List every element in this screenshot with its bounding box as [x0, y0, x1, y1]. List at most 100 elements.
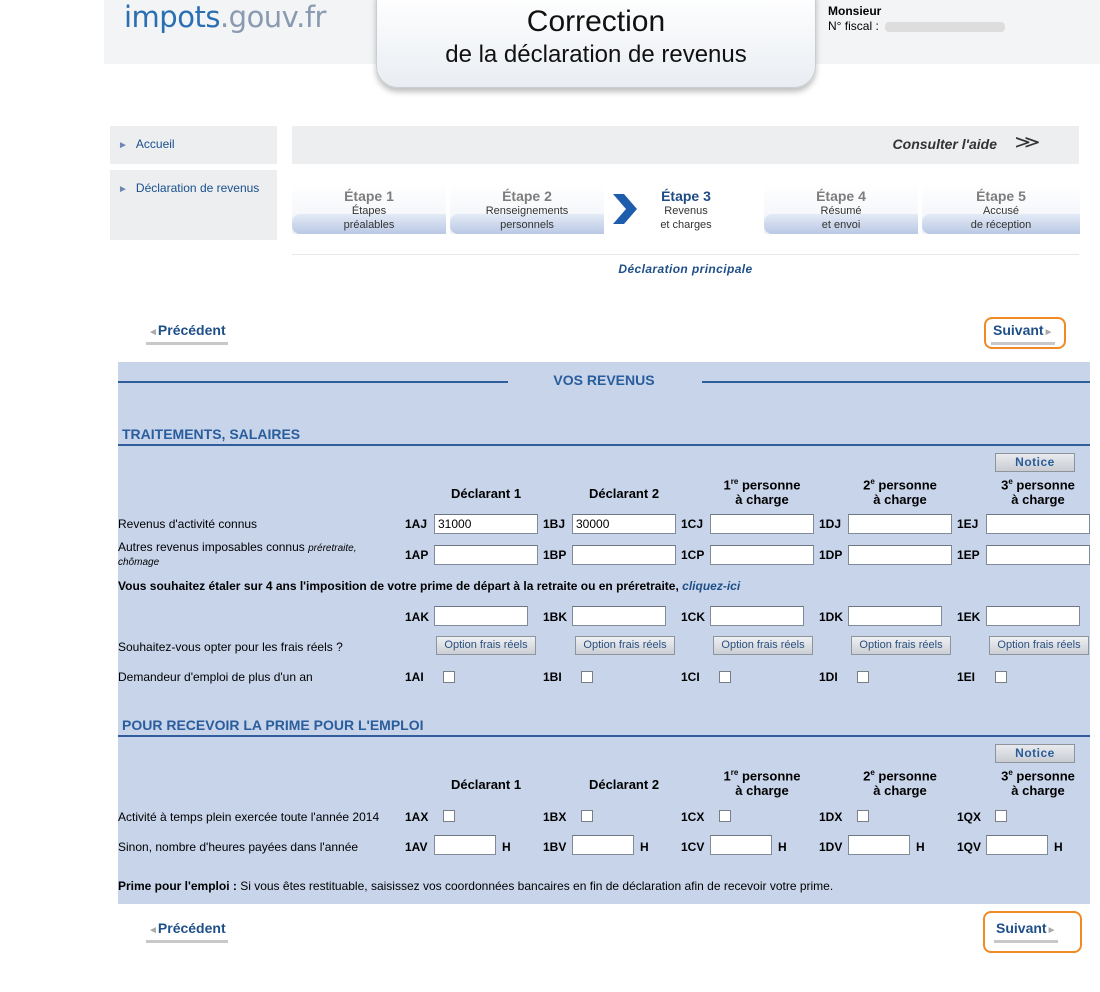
code-1dx: 1DX [819, 810, 843, 824]
option-frais-reels-button-1[interactable]: Option frais réels [436, 636, 536, 655]
notice-button-prime[interactable]: Notice [995, 744, 1075, 763]
section-title-vos-revenus: VOS REVENUS [553, 372, 655, 388]
previous-button-bottom[interactable]: ◄Précédent [146, 920, 228, 943]
column-header-personne-3: 3e personne à charge [1001, 768, 1075, 799]
next-label: Suivant [993, 322, 1044, 338]
checkbox-1qx[interactable] [995, 810, 1007, 822]
checkbox-1ei[interactable] [995, 671, 1007, 683]
checkbox-1ci[interactable] [719, 671, 731, 683]
input-1bp[interactable] [572, 545, 676, 565]
input-1dj[interactable] [848, 514, 952, 534]
code-1ek: 1EK [957, 610, 981, 624]
step-3: Étape 3 Revenus et charges [622, 184, 750, 234]
checkbox-1ax[interactable] [443, 810, 455, 822]
previous-button-top[interactable]: ◄Précédent [146, 322, 228, 345]
help-link[interactable]: Consulter l'aide [893, 136, 997, 152]
code-1dp: 1DP [819, 548, 843, 562]
divider [292, 254, 1079, 255]
step-4: Étape 4 Résumé et envoi [764, 184, 918, 234]
input-1ek[interactable] [986, 606, 1080, 626]
next-button-top[interactable]: Suivant► [991, 322, 1056, 345]
user-info: Monsieur N° fiscal : [828, 4, 1005, 34]
code-1av: 1AV [405, 840, 428, 854]
triangle-right-icon: ► [1043, 327, 1054, 338]
input-1ep[interactable] [986, 545, 1090, 565]
input-1ap[interactable] [434, 545, 538, 565]
sidebar-item-declaration[interactable]: ► Déclaration de revenus [110, 170, 277, 240]
notice-button-salaires[interactable]: Notice [995, 453, 1075, 472]
code-1bp: 1BP [543, 548, 567, 562]
unit-hours: H [1054, 840, 1063, 854]
column-header-declarant-2: Déclarant 2 [588, 486, 660, 501]
declaration-type-label: Déclaration principale [618, 262, 753, 276]
option-frais-reels-button-5[interactable]: Option frais réels [989, 636, 1089, 655]
sidebar-item-accueil[interactable]: ► Accueil [110, 126, 277, 164]
prime-info: Prime pour l'emploi : Si vous êtes resti… [118, 879, 834, 893]
input-1dk[interactable] [848, 606, 942, 626]
code-1ei: 1EI [957, 670, 976, 684]
divider [118, 444, 1090, 446]
step-label: Étapes [351, 205, 387, 217]
step-progress: Étape 1 Étapes préalables Étape 2 Renseigne… [292, 184, 1080, 236]
unit-hours: H [640, 840, 649, 854]
section-title-prime-emploi: POUR RECEVOIR LA PRIME POUR L'EMPLOI [122, 717, 424, 733]
code-1cj: 1CJ [681, 517, 704, 531]
option-frais-reels-button-3[interactable]: Option frais réels [713, 636, 813, 655]
input-1bk[interactable] [572, 606, 666, 626]
step-label: préalables [343, 219, 395, 231]
column-header-personne-1: 1re personne à charge [723, 477, 801, 508]
logo-domain-text: .gouv.fr [219, 0, 327, 34]
checkbox-1bi[interactable] [581, 671, 593, 683]
input-1bv[interactable] [572, 835, 634, 855]
code-1dk: 1DK [819, 610, 844, 624]
code-1ep: 1EP [957, 548, 980, 562]
checkbox-1di[interactable] [857, 671, 869, 683]
row-label-frais-reels: Souhaitez-vous opter pour les frais réel… [118, 640, 343, 654]
retraite-link[interactable]: cliquez-ici [682, 579, 740, 593]
checkbox-1ai[interactable] [443, 671, 455, 683]
code-1bx: 1BX [543, 810, 567, 824]
checkbox-1cx[interactable] [719, 810, 731, 822]
input-1av[interactable] [434, 835, 496, 855]
checkbox-1dx[interactable] [857, 810, 869, 822]
next-button-bottom[interactable]: Suivant► [994, 920, 1059, 943]
checkbox-1bx[interactable] [581, 810, 593, 822]
triangle-left-icon: ◄ [148, 925, 158, 936]
step-1: Étape 1 Étapes préalables [292, 184, 446, 234]
input-1ak[interactable] [434, 606, 528, 626]
step-label: de réception [970, 219, 1032, 231]
page-title: Correction [526, 5, 666, 38]
input-1dp[interactable] [848, 545, 952, 565]
option-frais-reels-button-2[interactable]: Option frais réels [575, 636, 675, 655]
step-number: Étape 1 [344, 188, 394, 204]
input-1ej[interactable] [986, 514, 1090, 534]
section-title-salaires: TRAITEMENTS, SALAIRES [122, 426, 301, 442]
step-label: Revenus [664, 205, 708, 217]
code-1ci: 1CI [681, 670, 700, 684]
page-subtitle: de la déclaration de revenus [445, 41, 747, 68]
input-1aj[interactable]: 31000 [434, 514, 538, 534]
code-1ap: 1AP [405, 548, 429, 562]
code-1ck: 1CK [681, 610, 706, 624]
code-1cv: 1CV [681, 840, 705, 854]
code-1ej: 1EJ [957, 517, 979, 531]
divider [118, 735, 1090, 737]
input-1cp[interactable] [710, 545, 814, 565]
step-2: Étape 2 Renseignements personnels [450, 184, 604, 234]
option-frais-reels-button-4[interactable]: Option frais réels [851, 636, 951, 655]
column-header-declarant-1: Déclarant 1 [450, 486, 522, 501]
input-1qv[interactable] [986, 835, 1048, 855]
fiscal-number-label: N° fiscal : [828, 19, 879, 33]
step-label: et envoi [821, 219, 861, 231]
input-1cj[interactable] [710, 514, 814, 534]
sidebar-item-label: Accueil [135, 137, 175, 151]
input-1ck[interactable] [710, 606, 804, 626]
input-1bj[interactable]: 30000 [572, 514, 676, 534]
input-1cv[interactable] [710, 835, 772, 855]
previous-label: Précédent [157, 322, 226, 338]
code-1ax: 1AX [405, 810, 429, 824]
site-logo[interactable]: impots.gouv.fr [124, 0, 326, 34]
triangle-left-icon: ◄ [148, 327, 158, 338]
double-chevron-down-icon[interactable]: ≫ [1014, 132, 1040, 153]
input-1dv[interactable] [848, 835, 910, 855]
